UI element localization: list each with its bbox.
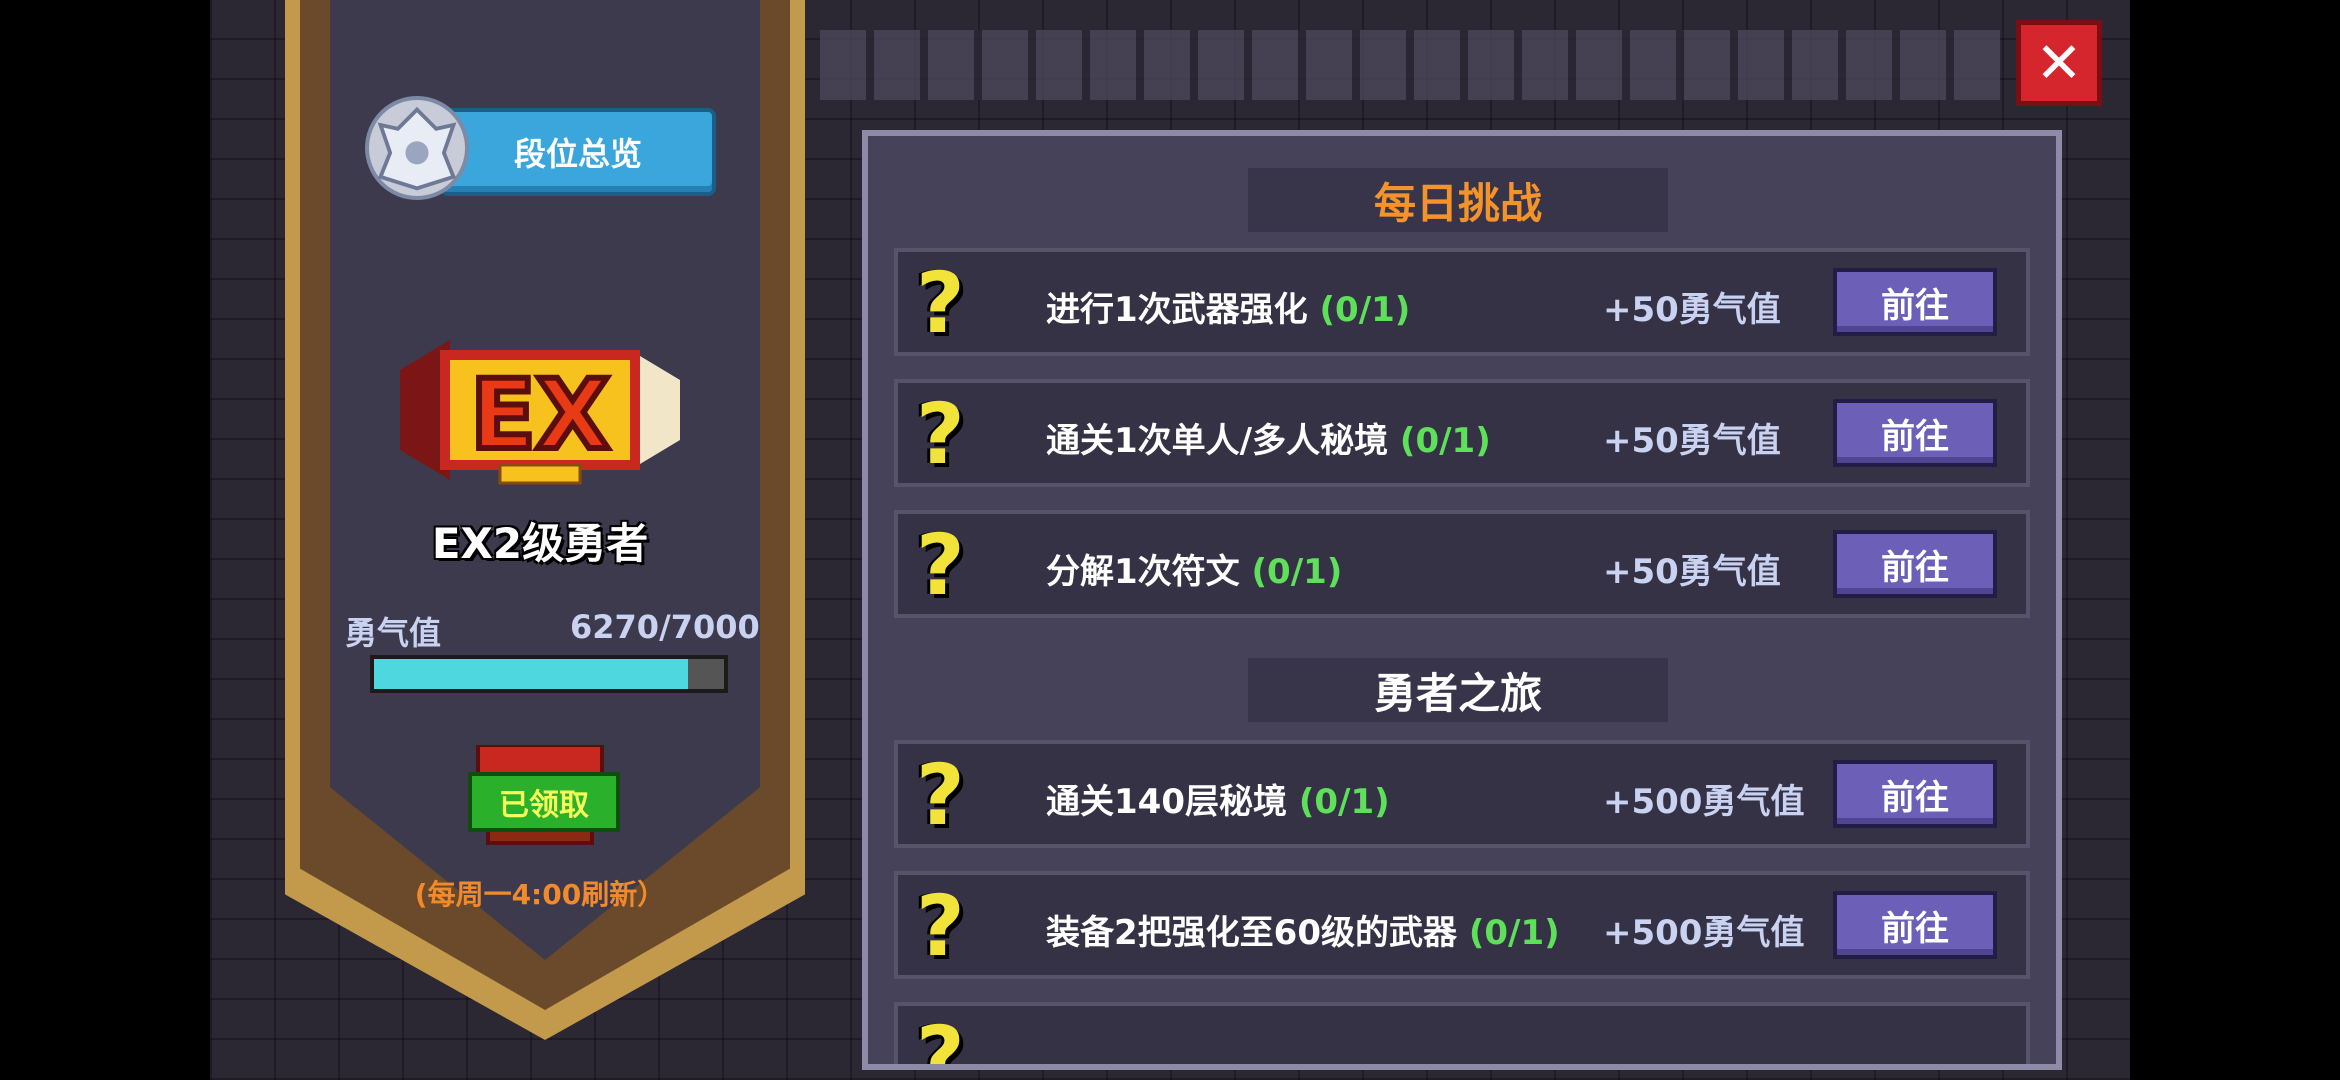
rank-overview-label: 段位总览 — [513, 135, 642, 173]
task-description: 通关140层秘境 (0/1) — [1046, 782, 1390, 822]
go-button[interactable]: 前往 — [1833, 399, 1997, 467]
close-button[interactable]: ✕ — [2016, 20, 2102, 106]
task-row: ? 装备2把强化至60级的武器 (0/1) +500勇气值 前往 — [894, 871, 2030, 979]
go-button[interactable]: 前往 — [1833, 268, 1997, 336]
task-description: 装备2把强化至60级的武器 (0/1) — [1046, 913, 1560, 953]
ex-badge-text: EX — [470, 359, 610, 471]
question-mark-icon: ? — [916, 746, 965, 844]
task-row: ? 分解1次符文 (0/1) +50勇气值 前往 — [894, 510, 2030, 618]
question-mark-icon: ? — [916, 516, 965, 614]
courage-progress-fill — [374, 659, 688, 689]
task-row-partial: ? — [894, 1002, 2030, 1070]
task-description: 通关1次单人/多人秘境 (0/1) — [1046, 421, 1491, 461]
wall-bricks — [820, 30, 2000, 100]
claimed-label: 已领取 — [499, 788, 589, 823]
courage-value: 6270/7000 — [570, 608, 760, 646]
rank-overview-button[interactable]: 段位总览 — [440, 108, 716, 196]
question-mark-icon: ? — [916, 254, 965, 352]
rank-name: EX2级勇者 — [431, 519, 649, 568]
question-mark-icon: ? — [916, 877, 965, 975]
weekly-refresh-note: (每周一4:00刷新） — [414, 878, 666, 911]
task-count: (0/1) — [1399, 421, 1491, 461]
task-reward: +500勇气值 — [1603, 782, 1805, 822]
task-panel: 每日挑战 ? 进行1次武器强化 (0/1) +50勇气值 前往 ? 通关1次单人… — [862, 130, 2062, 1070]
go-button[interactable]: 前往 — [1833, 760, 1997, 828]
task-count: (0/1) — [1298, 782, 1390, 822]
section-title-journey: 勇者之旅 — [1248, 658, 1668, 722]
task-count: (0/1) — [1468, 913, 1560, 953]
task-description: 分解1次符文 (0/1) — [1046, 552, 1343, 592]
courage-progress-bar — [370, 655, 728, 693]
task-count: (0/1) — [1251, 552, 1343, 592]
task-row: ? 通关1次单人/多人秘境 (0/1) +50勇气值 前往 — [894, 379, 2030, 487]
question-mark-icon: ? — [916, 385, 965, 483]
task-description: 进行1次武器强化 (0/1) — [1046, 290, 1411, 330]
task-row: ? 进行1次武器强化 (0/1) +50勇气值 前往 — [894, 248, 2030, 356]
task-reward: +50勇气值 — [1603, 421, 1781, 461]
go-button[interactable]: 前往 — [1833, 530, 1997, 598]
close-icon: ✕ — [2035, 30, 2083, 96]
question-mark-icon: ? — [916, 1008, 965, 1070]
rank-emblem-icon — [365, 96, 469, 200]
section-title-daily: 每日挑战 — [1248, 168, 1668, 232]
courage-label: 勇气值 — [345, 614, 442, 652]
task-count: (0/1) — [1319, 290, 1411, 330]
ex-rank-badge-icon: EX — [390, 330, 690, 490]
task-row: ? 通关140层秘境 (0/1) +500勇气值 前往 — [894, 740, 2030, 848]
task-reward: +500勇气值 — [1603, 913, 1805, 953]
task-reward: +50勇气值 — [1603, 290, 1781, 330]
claimed-status: 已领取 — [468, 772, 620, 832]
task-reward: +50勇气值 — [1603, 552, 1781, 592]
go-button[interactable]: 前往 — [1833, 891, 1997, 959]
